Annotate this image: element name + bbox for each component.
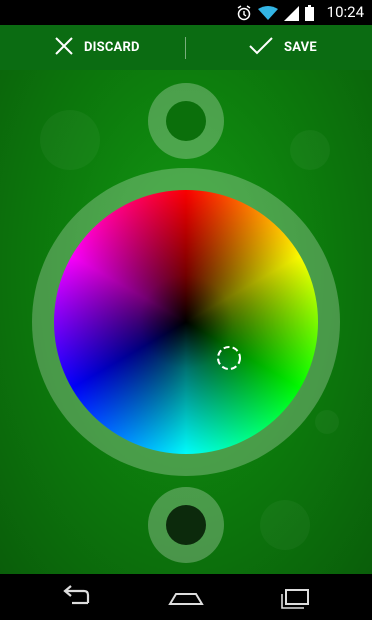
old-color-preview[interactable] — [148, 487, 224, 563]
action-bar-divider — [185, 37, 186, 59]
home-icon — [168, 593, 204, 605]
recent-apps-icon — [281, 589, 309, 609]
action-bar: DISCARD SAVE — [0, 25, 372, 70]
discard-button[interactable]: DISCARD — [54, 25, 140, 70]
background-bokeh — [40, 110, 100, 170]
discard-label: DISCARD — [84, 40, 140, 55]
wifi-icon — [258, 5, 278, 21]
save-button[interactable]: SAVE — [248, 25, 317, 70]
color-wheel[interactable] — [54, 190, 318, 454]
status-icons — [236, 4, 314, 22]
old-color-swatch — [166, 505, 206, 545]
background-bokeh — [290, 130, 330, 170]
color-wheel-ring — [32, 168, 340, 476]
close-icon — [54, 36, 74, 60]
signal-icon — [284, 5, 299, 21]
save-label: SAVE — [284, 40, 317, 55]
color-picker-area — [0, 70, 372, 574]
background-bokeh — [260, 500, 310, 550]
color-selector-handle[interactable] — [215, 344, 243, 372]
back-button[interactable] — [58, 582, 98, 612]
battery-icon — [305, 5, 314, 21]
background-bokeh — [315, 410, 339, 434]
new-color-swatch — [166, 101, 206, 141]
clock: 10:24 — [326, 3, 364, 21]
alarm-icon — [236, 5, 252, 21]
new-color-preview[interactable] — [148, 83, 224, 159]
check-icon — [248, 36, 274, 60]
back-icon — [63, 585, 90, 605]
navigation-bar — [0, 574, 372, 620]
home-button[interactable] — [166, 582, 206, 612]
status-bar: 10:24 — [0, 0, 372, 25]
recent-apps-button[interactable] — [276, 582, 316, 612]
